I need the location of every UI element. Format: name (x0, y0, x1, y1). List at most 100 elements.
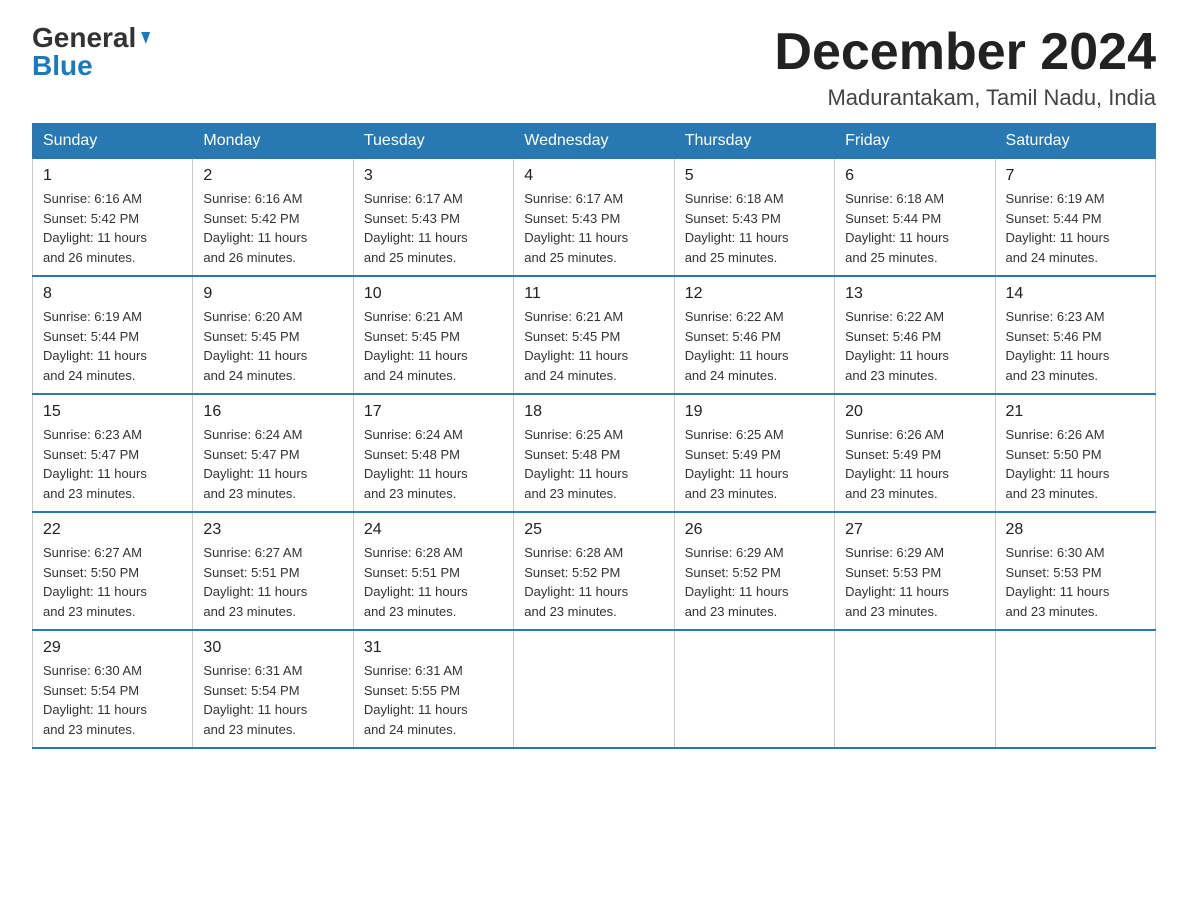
day-info: Sunrise: 6:29 AM Sunset: 5:53 PM Dayligh… (845, 543, 984, 621)
day-number: 12 (685, 285, 824, 303)
calendar-cell (995, 630, 1155, 748)
day-number: 9 (203, 285, 342, 303)
calendar-cell: 30 Sunrise: 6:31 AM Sunset: 5:54 PM Dayl… (193, 630, 353, 748)
logo-arrow-icon (137, 32, 150, 44)
day-number: 27 (845, 521, 984, 539)
calendar-header-row: SundayMondayTuesdayWednesdayThursdayFrid… (33, 124, 1156, 159)
calendar-cell: 4 Sunrise: 6:17 AM Sunset: 5:43 PM Dayli… (514, 159, 674, 277)
calendar-cell: 29 Sunrise: 6:30 AM Sunset: 5:54 PM Dayl… (33, 630, 193, 748)
calendar-cell (674, 630, 834, 748)
day-info: Sunrise: 6:26 AM Sunset: 5:49 PM Dayligh… (845, 425, 984, 503)
calendar-cell: 17 Sunrise: 6:24 AM Sunset: 5:48 PM Dayl… (353, 394, 513, 512)
day-info: Sunrise: 6:18 AM Sunset: 5:43 PM Dayligh… (685, 189, 824, 267)
day-info: Sunrise: 6:21 AM Sunset: 5:45 PM Dayligh… (524, 307, 663, 385)
title-block: December 2024 Madurantakam, Tamil Nadu, … (774, 24, 1156, 111)
calendar-cell: 19 Sunrise: 6:25 AM Sunset: 5:49 PM Dayl… (674, 394, 834, 512)
calendar-cell: 20 Sunrise: 6:26 AM Sunset: 5:49 PM Dayl… (835, 394, 995, 512)
day-info: Sunrise: 6:30 AM Sunset: 5:53 PM Dayligh… (1006, 543, 1145, 621)
day-number: 24 (364, 521, 503, 539)
day-number: 15 (43, 403, 182, 421)
calendar-week-row: 1 Sunrise: 6:16 AM Sunset: 5:42 PM Dayli… (33, 159, 1156, 277)
day-info: Sunrise: 6:28 AM Sunset: 5:52 PM Dayligh… (524, 543, 663, 621)
calendar-cell (835, 630, 995, 748)
calendar-cell: 26 Sunrise: 6:29 AM Sunset: 5:52 PM Dayl… (674, 512, 834, 630)
day-number: 1 (43, 167, 182, 185)
header-saturday: Saturday (995, 124, 1155, 159)
day-info: Sunrise: 6:22 AM Sunset: 5:46 PM Dayligh… (685, 307, 824, 385)
day-info: Sunrise: 6:28 AM Sunset: 5:51 PM Dayligh… (364, 543, 503, 621)
calendar-cell: 25 Sunrise: 6:28 AM Sunset: 5:52 PM Dayl… (514, 512, 674, 630)
calendar-cell: 18 Sunrise: 6:25 AM Sunset: 5:48 PM Dayl… (514, 394, 674, 512)
header-sunday: Sunday (33, 124, 193, 159)
header-monday: Monday (193, 124, 353, 159)
day-number: 10 (364, 285, 503, 303)
day-info: Sunrise: 6:31 AM Sunset: 5:54 PM Dayligh… (203, 661, 342, 739)
day-info: Sunrise: 6:23 AM Sunset: 5:46 PM Dayligh… (1006, 307, 1145, 385)
header-thursday: Thursday (674, 124, 834, 159)
calendar-cell: 6 Sunrise: 6:18 AM Sunset: 5:44 PM Dayli… (835, 159, 995, 277)
day-number: 5 (685, 167, 824, 185)
calendar-cell: 5 Sunrise: 6:18 AM Sunset: 5:43 PM Dayli… (674, 159, 834, 277)
calendar-cell: 24 Sunrise: 6:28 AM Sunset: 5:51 PM Dayl… (353, 512, 513, 630)
header-wednesday: Wednesday (514, 124, 674, 159)
day-number: 26 (685, 521, 824, 539)
calendar-cell: 22 Sunrise: 6:27 AM Sunset: 5:50 PM Dayl… (33, 512, 193, 630)
calendar-cell: 31 Sunrise: 6:31 AM Sunset: 5:55 PM Dayl… (353, 630, 513, 748)
day-number: 4 (524, 167, 663, 185)
page-header: General Blue December 2024 Madurantakam,… (32, 24, 1156, 111)
day-number: 7 (1006, 167, 1145, 185)
header-friday: Friday (835, 124, 995, 159)
calendar-cell: 2 Sunrise: 6:16 AM Sunset: 5:42 PM Dayli… (193, 159, 353, 277)
day-number: 2 (203, 167, 342, 185)
day-info: Sunrise: 6:21 AM Sunset: 5:45 PM Dayligh… (364, 307, 503, 385)
day-info: Sunrise: 6:24 AM Sunset: 5:48 PM Dayligh… (364, 425, 503, 503)
calendar-week-row: 15 Sunrise: 6:23 AM Sunset: 5:47 PM Dayl… (33, 394, 1156, 512)
day-info: Sunrise: 6:27 AM Sunset: 5:51 PM Dayligh… (203, 543, 342, 621)
day-info: Sunrise: 6:22 AM Sunset: 5:46 PM Dayligh… (845, 307, 984, 385)
logo: General Blue (32, 24, 148, 80)
calendar-week-row: 8 Sunrise: 6:19 AM Sunset: 5:44 PM Dayli… (33, 276, 1156, 394)
day-number: 6 (845, 167, 984, 185)
day-info: Sunrise: 6:17 AM Sunset: 5:43 PM Dayligh… (364, 189, 503, 267)
calendar-table: SundayMondayTuesdayWednesdayThursdayFrid… (32, 123, 1156, 749)
calendar-cell: 11 Sunrise: 6:21 AM Sunset: 5:45 PM Dayl… (514, 276, 674, 394)
calendar-cell: 27 Sunrise: 6:29 AM Sunset: 5:53 PM Dayl… (835, 512, 995, 630)
calendar-cell: 12 Sunrise: 6:22 AM Sunset: 5:46 PM Dayl… (674, 276, 834, 394)
day-info: Sunrise: 6:25 AM Sunset: 5:49 PM Dayligh… (685, 425, 824, 503)
calendar-cell: 28 Sunrise: 6:30 AM Sunset: 5:53 PM Dayl… (995, 512, 1155, 630)
day-info: Sunrise: 6:26 AM Sunset: 5:50 PM Dayligh… (1006, 425, 1145, 503)
day-number: 31 (364, 639, 503, 657)
logo-blue-text: Blue (32, 52, 93, 80)
day-info: Sunrise: 6:31 AM Sunset: 5:55 PM Dayligh… (364, 661, 503, 739)
day-number: 14 (1006, 285, 1145, 303)
calendar-title: December 2024 (774, 24, 1156, 81)
calendar-cell: 13 Sunrise: 6:22 AM Sunset: 5:46 PM Dayl… (835, 276, 995, 394)
calendar-cell: 21 Sunrise: 6:26 AM Sunset: 5:50 PM Dayl… (995, 394, 1155, 512)
calendar-cell: 8 Sunrise: 6:19 AM Sunset: 5:44 PM Dayli… (33, 276, 193, 394)
day-number: 25 (524, 521, 663, 539)
day-number: 30 (203, 639, 342, 657)
day-number: 13 (845, 285, 984, 303)
day-info: Sunrise: 6:27 AM Sunset: 5:50 PM Dayligh… (43, 543, 182, 621)
calendar-cell: 7 Sunrise: 6:19 AM Sunset: 5:44 PM Dayli… (995, 159, 1155, 277)
calendar-cell: 1 Sunrise: 6:16 AM Sunset: 5:42 PM Dayli… (33, 159, 193, 277)
day-info: Sunrise: 6:18 AM Sunset: 5:44 PM Dayligh… (845, 189, 984, 267)
day-info: Sunrise: 6:19 AM Sunset: 5:44 PM Dayligh… (43, 307, 182, 385)
day-info: Sunrise: 6:16 AM Sunset: 5:42 PM Dayligh… (203, 189, 342, 267)
day-info: Sunrise: 6:25 AM Sunset: 5:48 PM Dayligh… (524, 425, 663, 503)
day-number: 18 (524, 403, 663, 421)
day-info: Sunrise: 6:29 AM Sunset: 5:52 PM Dayligh… (685, 543, 824, 621)
day-number: 28 (1006, 521, 1145, 539)
calendar-week-row: 22 Sunrise: 6:27 AM Sunset: 5:50 PM Dayl… (33, 512, 1156, 630)
day-info: Sunrise: 6:24 AM Sunset: 5:47 PM Dayligh… (203, 425, 342, 503)
calendar-cell: 3 Sunrise: 6:17 AM Sunset: 5:43 PM Dayli… (353, 159, 513, 277)
calendar-week-row: 29 Sunrise: 6:30 AM Sunset: 5:54 PM Dayl… (33, 630, 1156, 748)
calendar-cell: 14 Sunrise: 6:23 AM Sunset: 5:46 PM Dayl… (995, 276, 1155, 394)
day-info: Sunrise: 6:23 AM Sunset: 5:47 PM Dayligh… (43, 425, 182, 503)
day-number: 3 (364, 167, 503, 185)
day-number: 21 (1006, 403, 1145, 421)
calendar-cell: 9 Sunrise: 6:20 AM Sunset: 5:45 PM Dayli… (193, 276, 353, 394)
day-number: 29 (43, 639, 182, 657)
day-number: 23 (203, 521, 342, 539)
calendar-cell (514, 630, 674, 748)
